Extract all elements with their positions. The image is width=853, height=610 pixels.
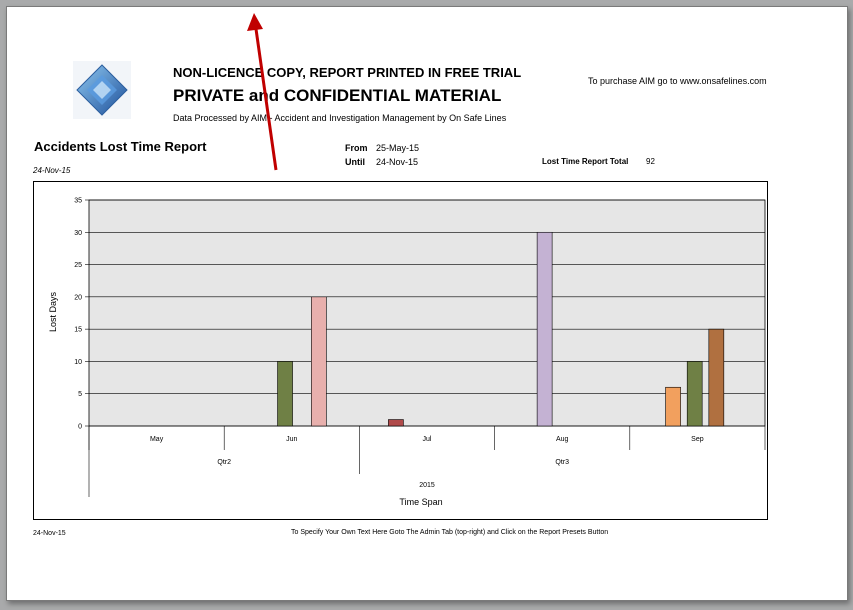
y-tick-label: 30 [74,230,82,237]
bar-jun [311,296,327,427]
y-tick-label: 15 [74,327,82,334]
month-label: May [150,436,164,443]
until-value: 24-Nov-15 [376,157,419,167]
report-page: NON-LICENCE COPY, REPORT PRINTED IN FREE… [6,6,848,601]
report-title: Accidents Lost Time Report [34,139,207,154]
total-label: Lost Time Report Total [542,157,629,166]
bar-sep [686,361,703,427]
aim-logo [73,61,131,119]
year-label: 2015 [419,482,435,489]
total-value: 92 [646,157,655,166]
footer-note: To Specify Your Own Text Here Goto The A… [291,529,609,536]
bar-sep [708,328,725,427]
bar-jun [277,361,293,427]
y-tick-label: 20 [74,294,82,301]
subtitle: Data Processed by AIM - Accident and Inv… [173,113,507,123]
quarter-label: Qtr2 [217,459,231,466]
lost-days-chart: 0 5 10 15 20 25 30 35 May Jun Jul Aug Sep Qtr2 Qtr3 201… [48,198,766,507]
until-label: Until [345,157,365,167]
y-axis-label: Lost Days [48,291,58,332]
month-label: Jul [423,436,432,443]
plot-area [88,199,766,427]
from-label: From [345,143,368,153]
quarter-label: Qtr3 [555,459,569,466]
report-print-date: 24-Nov-15 [33,166,71,175]
chart-frame: 0 5 10 15 20 25 30 35 May Jun Jul Aug Sep Qtr2 Qtr3 201… [33,181,768,520]
y-tick-label: 35 [74,198,82,205]
footer-date: 24-Nov-15 [33,530,66,537]
y-tick-label: 5 [78,391,82,398]
bar-sep [665,386,681,427]
x-axis-label: Time Span [399,497,442,507]
month-label: Sep [691,436,704,443]
y-tick-label: 10 [74,359,82,366]
bar-jul [388,419,404,427]
month-label: Aug [556,436,569,443]
purchase-link-text: To purchase AIM go to www.onsafelines.co… [588,76,767,86]
bar-aug [536,231,553,427]
main-title: PRIVATE and CONFIDENTIAL MATERIAL [173,86,502,105]
watermark-text: NON-LICENCE COPY, REPORT PRINTED IN FREE… [173,65,522,80]
y-tick-label: 25 [74,262,82,269]
from-value: 25-May-15 [376,143,420,153]
y-tick-label: 0 [78,424,82,431]
month-label: Jun [286,436,297,443]
